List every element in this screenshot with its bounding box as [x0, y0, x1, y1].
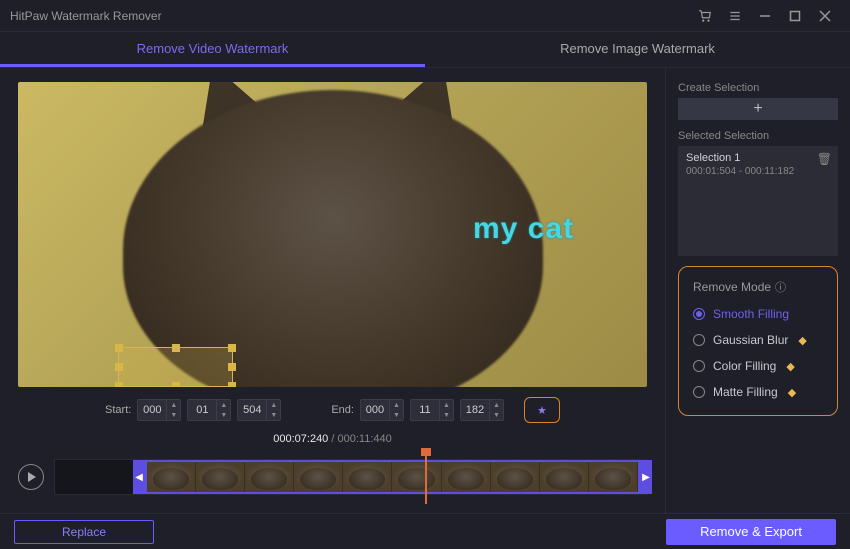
timecode-display: 000:07:240 / 000:11:440 [18, 433, 647, 445]
tab-image-watermark[interactable]: Remove Image Watermark [425, 32, 850, 67]
remove-export-button[interactable]: Remove & Export [666, 519, 836, 545]
selection-name: Selection 1 [686, 152, 830, 164]
add-selection-button[interactable]: + [678, 98, 838, 120]
premium-icon: ◆ [786, 360, 794, 373]
start-minutes-stepper[interactable]: 01▲▼ [187, 399, 231, 421]
start-label: Start: [105, 404, 131, 416]
mode-tabs: Remove Video Watermark Remove Image Wate… [0, 32, 850, 68]
play-icon [28, 472, 36, 482]
watermark-selection-box[interactable] [118, 347, 233, 387]
start-hours-stepper[interactable]: 000▲▼ [137, 399, 181, 421]
replace-button[interactable]: Replace [14, 520, 154, 544]
remove-mode-panel: Remove Mode ⓘ Smooth Filling Gaussian Bl… [678, 266, 838, 416]
end-label: End: [331, 404, 354, 416]
tab-video-watermark[interactable]: Remove Video Watermark [0, 32, 425, 67]
title-bar: HitPaw Watermark Remover [0, 0, 850, 32]
star-icon-button[interactable]: ★ [524, 397, 560, 423]
premium-icon: ◆ [798, 334, 806, 347]
maximize-button[interactable] [780, 4, 810, 28]
minimize-button[interactable] [750, 4, 780, 28]
selection-range: 000:01:504 - 000:11:182 [686, 166, 830, 177]
start-ms-stepper[interactable]: 504▲▼ [237, 399, 281, 421]
selected-selection-label: Selected Selection [678, 130, 838, 142]
remove-mode-label: Remove Mode [693, 280, 771, 294]
end-minutes-stepper[interactable]: 11▲▼ [410, 399, 454, 421]
segment-handle-left[interactable]: ◀ [133, 460, 145, 494]
timeline-track[interactable]: ◀ ▶ [54, 459, 647, 495]
time-range-row: Start: 000▲▼ 01▲▼ 504▲▼ End: 000▲▼ 11▲▼ … [18, 399, 647, 421]
play-button[interactable] [18, 464, 44, 490]
end-hours-stepper[interactable]: 000▲▼ [360, 399, 404, 421]
selection-item[interactable]: Selection 1 000:01:504 - 000:11:182 🗑 [678, 146, 838, 256]
end-ms-stepper[interactable]: 182▲▼ [460, 399, 504, 421]
close-button[interactable] [810, 4, 840, 28]
time-total: 000:11:440 [337, 433, 391, 445]
mode-smooth-filling[interactable]: Smooth Filling [693, 307, 823, 321]
time-current: 000:07:240 [273, 433, 328, 445]
menu-icon[interactable] [720, 4, 750, 28]
mode-gaussian-blur[interactable]: Gaussian Blur◆ [693, 333, 823, 347]
app-title: HitPaw Watermark Remover [10, 9, 690, 23]
video-preview[interactable]: my cat [18, 82, 647, 387]
create-selection-label: Create Selection [678, 82, 838, 94]
premium-icon: ◆ [788, 386, 796, 399]
cart-icon[interactable] [690, 4, 720, 28]
trash-icon[interactable]: 🗑 [817, 152, 832, 166]
playhead[interactable] [425, 452, 427, 504]
footer: Replace Remove & Export [0, 513, 850, 549]
watermark-text: my cat [473, 212, 574, 246]
mode-color-filling[interactable]: Color Filling◆ [693, 359, 823, 373]
mode-matte-filling[interactable]: Matte Filling◆ [693, 385, 823, 399]
timeline-segment[interactable] [145, 460, 640, 494]
segment-handle-right[interactable]: ▶ [640, 460, 652, 494]
help-icon[interactable]: ⓘ [775, 279, 786, 295]
